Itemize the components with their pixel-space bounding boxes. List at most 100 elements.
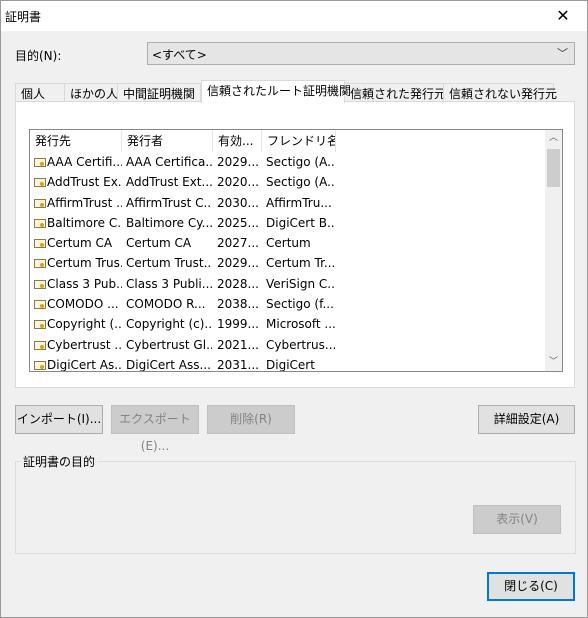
certificate-icon [34, 198, 46, 208]
close-icon[interactable]: ✕ [545, 3, 581, 29]
cell-expiration: 2025... [217, 215, 259, 230]
purpose-select[interactable]: <すべて> ﹀ [147, 42, 575, 65]
cell-expiration: 2020... [217, 175, 259, 190]
advanced-button[interactable]: 詳細設定(A) [478, 405, 575, 434]
column-header-issued-by[interactable]: 発行者 [122, 130, 213, 152]
cell-friendly-name: VeriSign C... [266, 276, 335, 291]
certificate-icon [34, 218, 46, 228]
list-item[interactable]: Baltimore C... Baltimore Cy... 2025... D… [30, 213, 540, 233]
cell-friendly-name: Microsoft ... [266, 317, 335, 332]
list-item[interactable]: Certum CA Certum CA 2027... Certum [30, 233, 540, 253]
import-button[interactable]: インポート(I)... [15, 405, 103, 434]
cell-issued-to: AddTrust Ex... [34, 172, 122, 192]
tab-trusted-root-ca[interactable]: 信頼されたルート証明機関 [201, 80, 351, 103]
scrollbar-thumb[interactable] [547, 149, 560, 187]
title-bar: 証明書 ✕ [1, 1, 587, 31]
tab-trusted-publishers[interactable]: 信頼された発行元 [344, 83, 446, 102]
issued-to-text: AffirmTrust ... [47, 195, 122, 210]
cell-friendly-name: DigiCert [266, 357, 315, 372]
issued-to-text: COMODO ... [47, 297, 119, 312]
cell-expiration: 2029... [217, 256, 259, 271]
tab-intermediate-ca[interactable]: 中間証明機関 [117, 83, 201, 102]
cell-issued-by: Class 3 Publi... [126, 276, 212, 291]
list-item[interactable]: Cybertrust ... Cybertrust Gl... 2021... … [30, 335, 540, 355]
cell-expiration: 2031... [217, 357, 259, 372]
cell-friendly-name: Sectigo (A... [266, 155, 335, 169]
cell-friendly-name: Cybertrus... [266, 337, 335, 352]
cell-expiration: 2038... [217, 297, 259, 312]
issued-to-text: Cybertrust ... [47, 337, 122, 352]
list-item[interactable]: DigiCert As... DigiCert Ass... 2031... D… [30, 355, 540, 372]
cell-issued-by: Baltimore Cy... [126, 215, 212, 230]
cell-expiration: 2029... [217, 155, 259, 169]
list-item[interactable]: Certum Trus... Certum Trust... 2029... C… [30, 253, 540, 273]
cell-expiration: 2027... [217, 236, 259, 251]
list-header: 発行先 発行者 有効... フレンドリ名 [30, 130, 540, 152]
delete-button[interactable]: 削除(R) [207, 405, 295, 434]
cell-friendly-name: Certum [266, 236, 311, 251]
issued-to-text: Certum CA [47, 236, 113, 251]
certificate-list[interactable]: 発行先 発行者 有効... フレンドリ名 AAA Certifi... AAA … [29, 129, 563, 372]
certificate-icon [34, 320, 46, 330]
cell-issued-by: AddTrust Ext... [126, 175, 212, 190]
list-item[interactable]: Copyright (... Copyright (c)... 1999... … [30, 314, 540, 334]
tab-panel: 発行先 発行者 有効... フレンドリ名 AAA Certifi... AAA … [15, 101, 575, 388]
close-button[interactable]: 閉じる(C) [487, 572, 575, 601]
chevron-down-icon: ﹀ [557, 47, 568, 60]
certificate-icon [34, 279, 46, 289]
certificate-icon [34, 259, 46, 269]
cell-issued-by: Certum CA [126, 236, 192, 251]
cell-issued-by: Certum Trust... [126, 256, 212, 271]
list-item[interactable]: COMODO ... COMODO R... 2038... Sectigo (… [30, 294, 540, 314]
window-title: 証明書 [5, 10, 42, 24]
cell-issued-by: DigiCert Ass... [126, 357, 211, 372]
purpose-label: 目的(N): [15, 49, 62, 63]
column-header-issued-to[interactable]: 発行先 [30, 130, 122, 152]
issued-to-text: Certum Trus... [47, 256, 122, 271]
view-button[interactable]: 表示(V) [473, 505, 561, 534]
column-header-friendly-name[interactable]: フレンドリ名 [262, 130, 336, 152]
cell-friendly-name: Sectigo (f... [266, 297, 334, 312]
list-item[interactable]: AffirmTrust ... AffirmTrust C... 2030...… [30, 193, 540, 213]
list-rows: AAA Certifi... AAA Certifica... 2029... … [30, 152, 540, 372]
cell-issued-by: AAA Certifica... [126, 155, 212, 169]
cell-expiration: 2030... [217, 195, 259, 210]
cell-issued-to: Cybertrust ... [34, 335, 122, 355]
column-header-expiration[interactable]: 有効... [213, 130, 262, 152]
tab-other-people[interactable]: ほかの人 [64, 83, 118, 102]
purpose-selected-value: <すべて> [152, 48, 207, 62]
cell-friendly-name: DigiCert B... [266, 215, 335, 230]
vertical-scrollbar[interactable]: ︿ ﹀ [545, 130, 562, 371]
certificate-icon [34, 340, 46, 350]
cell-issued-to: Certum Trus... [34, 253, 122, 273]
issued-to-text: DigiCert As... [47, 357, 122, 372]
cell-expiration: 2021... [217, 337, 259, 352]
issued-to-text: AddTrust Ex... [47, 175, 122, 190]
cell-issued-by: COMODO R... [126, 297, 206, 312]
issued-to-text: AAA Certifi... [47, 155, 122, 169]
cell-issued-to: AAA Certifi... [34, 152, 122, 172]
cell-friendly-name: Sectigo (A... [266, 175, 335, 190]
certificate-icon [34, 360, 46, 370]
issued-to-text: Class 3 Pub... [47, 276, 122, 291]
export-button[interactable]: エクスポート(E)... [111, 405, 199, 453]
scroll-down-icon[interactable]: ﹀ [545, 354, 562, 371]
certificate-purposes-label: 証明書の目的 [21, 453, 98, 470]
cell-issued-to: COMODO ... [34, 294, 122, 314]
tab-personal[interactable]: 個人 [15, 83, 65, 102]
cell-issued-to: Certum CA [34, 233, 122, 253]
cell-issued-to: DigiCert As... [34, 355, 122, 372]
list-item[interactable]: AAA Certifi... AAA Certifica... 2029... … [30, 152, 540, 172]
certificate-icon [34, 158, 46, 167]
list-item[interactable]: AddTrust Ex... AddTrust Ext... 2020... S… [30, 172, 540, 192]
certificate-icon [34, 300, 46, 310]
list-item[interactable]: Class 3 Pub... Class 3 Publi... 2028... … [30, 274, 540, 294]
cell-issued-by: Copyright (c)... [126, 317, 212, 332]
scroll-up-icon[interactable]: ︿ [545, 130, 562, 147]
cell-issued-by: Cybertrust Gl... [126, 337, 212, 352]
issued-to-text: Copyright (... [47, 317, 122, 332]
issued-to-text: Baltimore C... [47, 215, 122, 230]
certificates-dialog: 証明書 ✕ 目的(N): <すべて> ﹀ 個人 ほかの人 中間証明機関 信頼され… [0, 0, 588, 618]
tab-untrusted-publishers[interactable]: 信頼されない発行元 [443, 83, 557, 102]
cell-issued-by: AffirmTrust C... [126, 195, 212, 210]
